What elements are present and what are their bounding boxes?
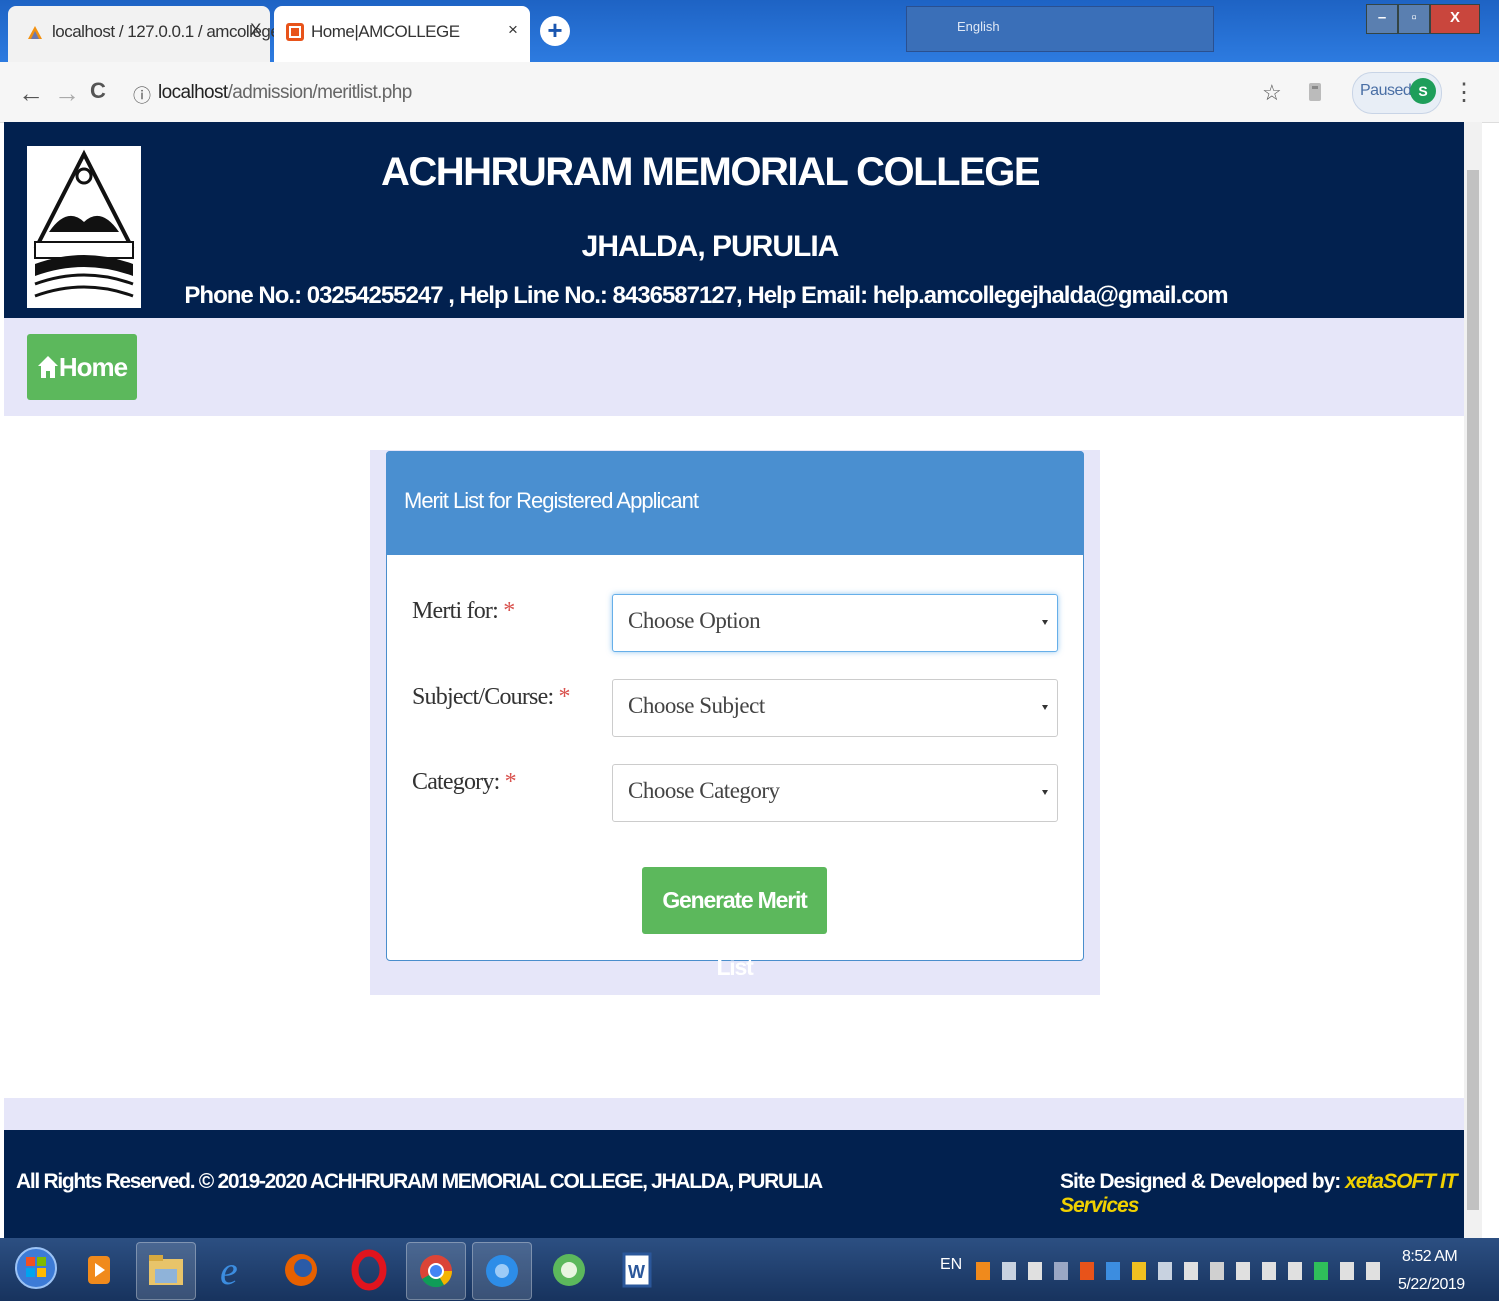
tray-app-icon[interactable] bbox=[1158, 1262, 1172, 1280]
taskbar-word[interactable]: W bbox=[608, 1242, 666, 1298]
required-marker: * bbox=[504, 769, 517, 795]
input-language[interactable]: EN bbox=[940, 1256, 962, 1274]
avatar[interactable]: S bbox=[1410, 78, 1436, 104]
forward-arrow-icon[interactable]: → bbox=[54, 78, 80, 109]
tab-phpmyadmin-title: localhost / 127.0.0.1 / amcollege bbox=[52, 22, 280, 41]
tray-app-icon[interactable] bbox=[976, 1262, 990, 1280]
tray-app-icon[interactable] bbox=[1132, 1262, 1146, 1280]
window-controls: – ▫ X bbox=[1366, 4, 1480, 34]
category-value: Choose Category bbox=[628, 778, 780, 803]
internet-explorer-icon: e bbox=[220, 1248, 238, 1293]
language-bar[interactable]: English bbox=[906, 6, 1214, 52]
tab-amcollege-title: Home|AMCOLLEGE bbox=[311, 22, 460, 41]
extension-icon[interactable] bbox=[1306, 80, 1324, 104]
volume-icon[interactable] bbox=[1288, 1262, 1302, 1280]
site-favicon-icon bbox=[286, 23, 304, 41]
url-host: localhost bbox=[158, 82, 228, 103]
browser-menu-icon[interactable]: ⋮ bbox=[1452, 78, 1476, 107]
taskbar-chrome[interactable] bbox=[406, 1242, 466, 1300]
minimize-button[interactable]: – bbox=[1366, 4, 1398, 34]
tray-app-icon[interactable] bbox=[1028, 1262, 1042, 1280]
tab-close-icon[interactable]: X bbox=[250, 20, 261, 40]
chevron-down-icon bbox=[1042, 790, 1048, 795]
network-icon[interactable] bbox=[1236, 1262, 1250, 1280]
url-text[interactable]: localhost/admission/meritlist.php bbox=[158, 82, 412, 104]
developer-credit: Site Designed & Developed by: xetaSOFT I… bbox=[1060, 1170, 1499, 1218]
close-window-button[interactable]: X bbox=[1430, 4, 1480, 34]
taskbar-firefox[interactable] bbox=[272, 1242, 330, 1298]
chrome-icon bbox=[420, 1255, 453, 1288]
college-name: ACHHRURAM MEMORIAL COLLEGE bbox=[380, 150, 1041, 194]
required-marker: * bbox=[503, 598, 515, 624]
contact-info: Phone No.: 03254255247 , Help Line No.: … bbox=[184, 282, 1228, 309]
app-icon bbox=[553, 1254, 585, 1286]
footer-strip bbox=[4, 1098, 1464, 1130]
subject-course-label: Subject/Course: * bbox=[412, 684, 571, 710]
url-path: /admission/meritlist.php bbox=[227, 82, 413, 103]
phpmyadmin-icon bbox=[28, 26, 42, 39]
language-label: English bbox=[957, 19, 1000, 34]
tab-close-icon[interactable]: × bbox=[508, 20, 518, 40]
nav-strip bbox=[4, 318, 1464, 416]
bluetooth-icon[interactable] bbox=[1366, 1262, 1380, 1280]
home-label: Home bbox=[58, 352, 128, 382]
tray-app-icon[interactable] bbox=[1314, 1262, 1328, 1280]
new-tab-button[interactable]: + bbox=[540, 16, 570, 46]
home-icon bbox=[37, 356, 58, 378]
maximize-button[interactable]: ▫ bbox=[1398, 4, 1430, 34]
subject-course-value: Choose Subject bbox=[628, 693, 765, 718]
info-icon[interactable]: ⓘ bbox=[133, 82, 151, 108]
folder-icon bbox=[149, 1255, 183, 1285]
tray-app-icon[interactable] bbox=[1106, 1262, 1120, 1280]
clock-time[interactable]: 8:52 AM bbox=[1402, 1248, 1458, 1266]
bookmark-star-icon[interactable]: ☆ bbox=[1262, 80, 1282, 106]
taskbar-opera[interactable] bbox=[340, 1242, 398, 1298]
category-label: Category: * bbox=[412, 769, 517, 795]
college-place: JHALDA, PURULIA bbox=[581, 230, 840, 263]
flag-icon[interactable] bbox=[1340, 1262, 1354, 1280]
taskbar-chrome-canary[interactable] bbox=[472, 1242, 532, 1300]
merit-for-value: Choose Option bbox=[628, 608, 761, 633]
taskbar-app[interactable] bbox=[540, 1242, 598, 1298]
chevron-down-icon bbox=[1042, 705, 1048, 710]
taskbar-file-explorer[interactable] bbox=[136, 1242, 196, 1300]
home-button[interactable]: Home bbox=[27, 334, 137, 400]
copyright-text: All Rights Reserved. © 2019-2020 ACHHRUR… bbox=[16, 1170, 823, 1193]
taskbar-internet-explorer[interactable]: e bbox=[204, 1242, 262, 1298]
credit-prefix: Site Designed & Developed by: bbox=[1060, 1170, 1346, 1193]
clock-date[interactable]: 5/22/2019 bbox=[1398, 1276, 1465, 1294]
back-arrow-icon[interactable]: ← bbox=[18, 78, 44, 109]
media-player-icon bbox=[88, 1256, 110, 1284]
browser-icon bbox=[486, 1255, 518, 1287]
generate-merit-list-button[interactable]: Generate Merit List bbox=[642, 867, 827, 980]
tray-app-icon[interactable] bbox=[1210, 1262, 1224, 1280]
scrollbar-thumb[interactable] bbox=[1467, 170, 1479, 1210]
firefox-icon bbox=[285, 1254, 317, 1286]
chevron-down-icon bbox=[1042, 620, 1048, 625]
tray-app-icon[interactable] bbox=[1184, 1262, 1198, 1280]
required-marker: * bbox=[558, 684, 571, 710]
svg-text:e: e bbox=[220, 1248, 238, 1293]
svg-text:W: W bbox=[628, 1262, 645, 1282]
profile-status: Paused bbox=[1360, 82, 1412, 99]
merit-for-label: Merti for: * bbox=[412, 598, 515, 624]
start-button[interactable] bbox=[14, 1240, 58, 1296]
word-icon: W bbox=[622, 1252, 652, 1288]
tray-app-icon[interactable] bbox=[1002, 1262, 1016, 1280]
panel-title: Merit List for Registered Applicant bbox=[404, 488, 699, 513]
tray-app-icon[interactable] bbox=[1080, 1262, 1094, 1280]
opera-icon bbox=[351, 1249, 387, 1291]
taskbar-media-player[interactable] bbox=[70, 1242, 128, 1298]
reload-icon[interactable]: C bbox=[90, 78, 106, 104]
battery-icon[interactable] bbox=[1262, 1262, 1276, 1280]
tray-app-icon[interactable] bbox=[1054, 1262, 1068, 1280]
